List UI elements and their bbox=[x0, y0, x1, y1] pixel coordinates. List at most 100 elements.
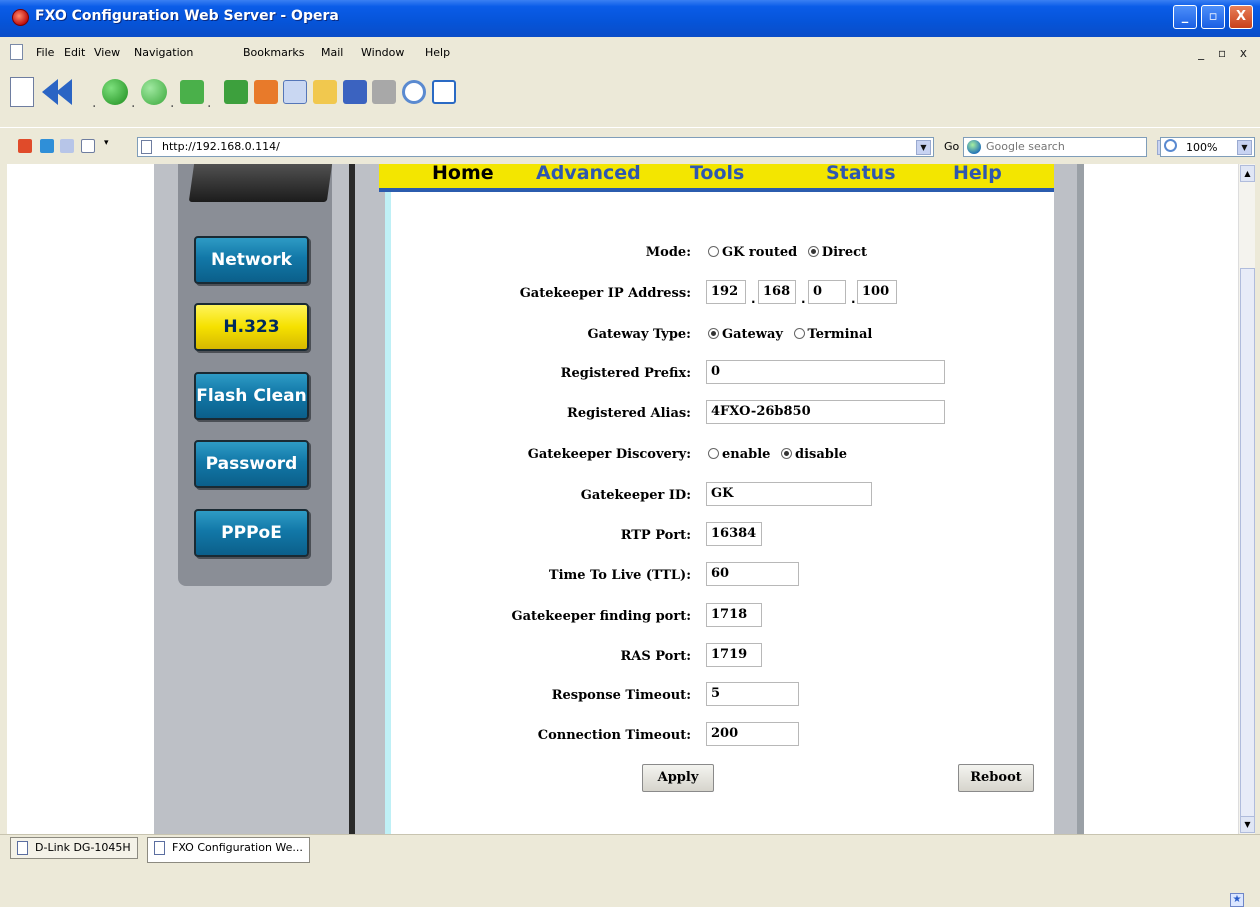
home-icon[interactable] bbox=[254, 80, 278, 104]
gk-id-row: Gatekeeper ID: GK bbox=[391, 482, 1060, 510]
mdi-window-controls[interactable]: _ ▫ x bbox=[1198, 46, 1252, 60]
nav-h323-button[interactable]: H.323 bbox=[194, 303, 309, 351]
gateway-radio[interactable] bbox=[708, 328, 719, 339]
vertical-scrollbar[interactable]: ▲ ▼ bbox=[1238, 164, 1255, 834]
registered-alias-field[interactable]: 4FXO-26b850 bbox=[706, 400, 945, 424]
page-tab-label: D-Link DG-1045H bbox=[35, 841, 131, 854]
gateway-radio-label[interactable]: Gateway bbox=[722, 327, 783, 342]
registered-prefix-field[interactable]: 0 bbox=[706, 360, 945, 384]
mode-direct-label[interactable]: Direct bbox=[822, 245, 867, 260]
response-timeout-label: Response Timeout: bbox=[551, 688, 691, 703]
window-title: FXO Configuration Web Server - Opera bbox=[35, 8, 339, 24]
menu-view[interactable]: View bbox=[94, 46, 120, 59]
page-tab-fxo[interactable]: FXO Configuration We... bbox=[147, 837, 310, 863]
mode-gk-routed-radio[interactable] bbox=[708, 246, 719, 257]
gk-ip-label: Gatekeeper IP Address: bbox=[519, 286, 691, 301]
device-image bbox=[188, 164, 334, 202]
apply-button[interactable]: Apply bbox=[642, 764, 714, 792]
discovery-enable-radio[interactable] bbox=[708, 448, 719, 459]
ras-port-field[interactable]: 1719 bbox=[706, 643, 762, 667]
tab-tools[interactable]: Tools bbox=[690, 164, 744, 184]
tab-help[interactable]: Help bbox=[953, 164, 1002, 184]
rtp-port-label: RTP Port: bbox=[620, 528, 691, 543]
back-icon[interactable] bbox=[102, 79, 128, 105]
search-field[interactable]: ▼ bbox=[963, 137, 1172, 157]
discovery-enable-label[interactable]: enable bbox=[722, 447, 770, 462]
discovery-disable-label[interactable]: disable bbox=[795, 447, 847, 462]
url-field[interactable]: ▼ bbox=[137, 137, 934, 157]
menu-edit[interactable]: Edit bbox=[64, 46, 85, 59]
gk-id-field[interactable]: GK bbox=[706, 482, 872, 506]
ttl-row: Time To Live (TTL): 60 bbox=[391, 562, 1060, 590]
new-page-icon[interactable] bbox=[10, 77, 34, 107]
menu-help[interactable]: Help bbox=[425, 46, 450, 59]
terminal-radio-label[interactable]: Terminal bbox=[808, 327, 873, 342]
go-button[interactable]: Go bbox=[944, 140, 959, 153]
search-input[interactable] bbox=[986, 140, 1126, 153]
url-dropdown-button[interactable]: ▼ bbox=[916, 140, 931, 155]
open-folder-icon[interactable] bbox=[313, 80, 337, 104]
terminal-radio[interactable] bbox=[793, 328, 805, 339]
response-timeout-field[interactable]: 5 bbox=[706, 682, 799, 706]
gk-ip-octet-4[interactable]: 100 bbox=[857, 280, 897, 304]
panel-icon[interactable] bbox=[283, 80, 307, 104]
history-dropdown-icon[interactable]: ▾ bbox=[104, 138, 112, 152]
scroll-thumb[interactable] bbox=[1240, 268, 1255, 820]
mode-direct-radio[interactable] bbox=[807, 246, 819, 257]
registered-alias-row: Registered Alias: 4FXO-26b850 bbox=[391, 400, 1060, 428]
find-icon[interactable] bbox=[402, 80, 426, 104]
menu-window[interactable]: Window bbox=[361, 46, 404, 59]
gk-ip-octet-2[interactable]: 168 bbox=[758, 280, 796, 304]
menu-bookmarks[interactable]: Bookmarks bbox=[243, 46, 304, 59]
forward-icon[interactable] bbox=[141, 79, 167, 105]
menu-file[interactable]: File bbox=[36, 46, 54, 59]
mode-radio-group: GK routed Direct bbox=[708, 245, 867, 260]
mode-label: Mode: bbox=[645, 245, 691, 260]
rewind-icon[interactable] bbox=[42, 77, 76, 107]
nav-network-button[interactable]: Network bbox=[194, 236, 309, 284]
url-input[interactable] bbox=[162, 140, 902, 153]
zoom-dropdown-button[interactable]: ▼ bbox=[1237, 140, 1252, 155]
block-icon[interactable] bbox=[18, 139, 32, 153]
page-tab-dlink[interactable]: D-Link DG-1045H bbox=[10, 837, 138, 859]
registered-prefix-row: Registered Prefix: 0 bbox=[391, 360, 1060, 388]
menu-bar: File Edit View Navigation Bookmarks Mail… bbox=[0, 37, 1260, 67]
gk-id-label: Gatekeeper ID: bbox=[580, 488, 691, 503]
gk-ip-octet-3[interactable]: 0 bbox=[808, 280, 846, 304]
bookmark-star-icon[interactable]: ★ bbox=[1230, 893, 1244, 907]
nav-password-button[interactable]: Password bbox=[194, 440, 309, 488]
rtp-port-field[interactable]: 16384 bbox=[706, 522, 762, 546]
tab-home[interactable]: Home bbox=[432, 164, 494, 184]
zoom-control[interactable]: 100% ▼ bbox=[1160, 137, 1255, 157]
menu-mail[interactable]: Mail bbox=[321, 46, 343, 59]
tab-advanced[interactable]: Advanced bbox=[536, 164, 641, 184]
ttl-field[interactable]: 60 bbox=[706, 562, 799, 586]
ip-dot: . bbox=[801, 292, 806, 306]
gk-ip-row: Gatekeeper IP Address: 192 . 168 . 0 . 1… bbox=[391, 280, 1060, 308]
reload-icon[interactable] bbox=[224, 80, 248, 104]
print-icon[interactable] bbox=[372, 80, 396, 104]
note-icon[interactable] bbox=[60, 139, 74, 153]
registered-alias-label: Registered Alias: bbox=[567, 406, 691, 421]
reboot-button[interactable]: Reboot bbox=[958, 764, 1034, 792]
close-button[interactable]: X bbox=[1229, 5, 1253, 29]
nav-flash-clean-button[interactable]: Flash Clean bbox=[194, 372, 309, 420]
fast-forward-icon[interactable] bbox=[180, 80, 204, 104]
window-icon[interactable] bbox=[432, 80, 456, 104]
save-icon[interactable] bbox=[343, 80, 367, 104]
discovery-disable-radio[interactable] bbox=[780, 448, 792, 459]
gk-finding-port-field[interactable]: 1718 bbox=[706, 603, 762, 627]
tab-status[interactable]: Status bbox=[826, 164, 896, 184]
scroll-down-arrow-icon[interactable]: ▼ bbox=[1240, 816, 1255, 833]
mode-gk-routed-label[interactable]: GK routed bbox=[722, 245, 797, 260]
minimize-button[interactable]: _ bbox=[1173, 5, 1197, 29]
menu-navigation[interactable]: Navigation bbox=[134, 46, 193, 59]
info-icon[interactable] bbox=[40, 139, 54, 153]
scroll-up-arrow-icon[interactable]: ▲ bbox=[1240, 165, 1255, 182]
page-icon bbox=[154, 841, 165, 855]
page-icon[interactable] bbox=[81, 139, 95, 153]
connection-timeout-field[interactable]: 200 bbox=[706, 722, 799, 746]
gk-ip-octet-1[interactable]: 192 bbox=[706, 280, 746, 304]
nav-pppoe-button[interactable]: PPPoE bbox=[194, 509, 309, 557]
maximize-button[interactable]: ▫ bbox=[1201, 5, 1225, 29]
